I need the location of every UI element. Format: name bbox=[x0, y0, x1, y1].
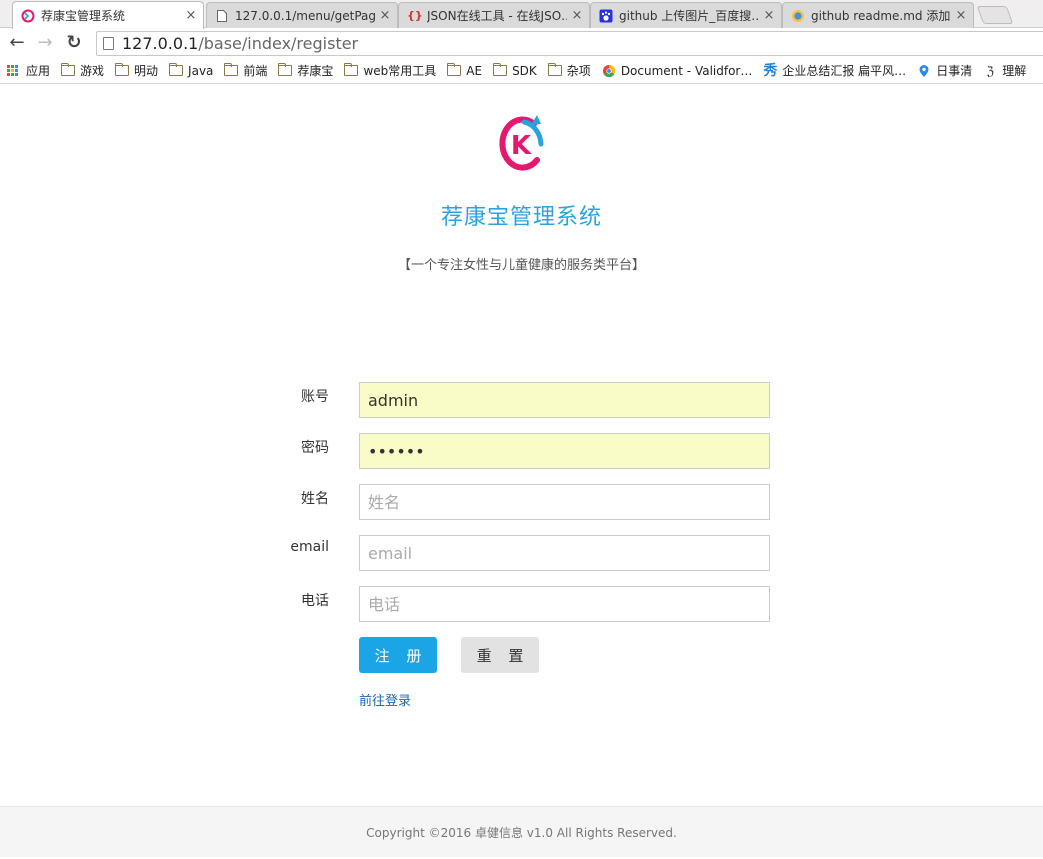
xiu-icon: 秀 bbox=[763, 62, 778, 79]
form-row-email: email bbox=[280, 535, 770, 571]
url-path: /base/index/register bbox=[198, 34, 359, 53]
folder-icon bbox=[547, 63, 562, 76]
bookmarks-bar: 应用 游戏 明动 Java 前端 荐康宝 web常用工具 AE SDK 杂项 D… bbox=[0, 58, 1043, 84]
close-icon[interactable]: × bbox=[955, 8, 967, 23]
page-icon bbox=[103, 37, 114, 50]
tab-title: github 上传图片_百度搜… bbox=[619, 9, 759, 23]
email-input[interactable] bbox=[359, 535, 770, 571]
app-favicon bbox=[21, 9, 35, 23]
folder-icon bbox=[278, 63, 293, 76]
bookmark-jiankangbao[interactable]: 荐康宝 bbox=[278, 62, 333, 79]
close-icon[interactable]: × bbox=[379, 8, 391, 23]
brand-logo-icon: K bbox=[499, 115, 544, 171]
form-row-phone: 电话 bbox=[280, 586, 770, 622]
url-text: 127.0.0.1/base/index/register bbox=[122, 34, 358, 53]
tab-title: 127.0.0.1/menu/getPag… bbox=[235, 8, 375, 23]
reload-icon[interactable]: ↻ bbox=[63, 32, 85, 54]
folder-icon bbox=[224, 63, 239, 76]
bookmark-label: AE bbox=[466, 63, 483, 78]
shield-favicon bbox=[791, 9, 805, 23]
bookmark-label: 前端 bbox=[243, 64, 268, 78]
phone-label: 电话 bbox=[301, 593, 329, 609]
form-row-password: 密码 bbox=[280, 433, 770, 469]
bookmark-label: Document - Validfor… bbox=[620, 63, 753, 78]
tab-title: 荐康宝管理系统 bbox=[41, 9, 126, 23]
bookmark-games[interactable]: 游戏 bbox=[61, 62, 104, 79]
forward-arrow-icon[interactable]: → bbox=[34, 32, 56, 54]
folder-icon bbox=[493, 63, 508, 76]
close-icon[interactable]: × bbox=[571, 8, 583, 23]
bookmark-frontend[interactable]: 前端 bbox=[224, 62, 267, 79]
bookmark-mingdong[interactable]: 明动 bbox=[115, 62, 158, 79]
folder-icon bbox=[344, 63, 359, 76]
paw-icon bbox=[599, 9, 613, 23]
account-input[interactable] bbox=[359, 382, 770, 418]
tab-menu-getpage[interactable]: 127.0.0.1/menu/getPag… × bbox=[206, 2, 398, 28]
page-title: 荐康宝管理系统 bbox=[440, 205, 602, 230]
braces-icon: {} bbox=[407, 8, 423, 22]
tab-title: JSON在线工具 - 在线JSO… bbox=[427, 9, 567, 23]
close-icon[interactable]: × bbox=[185, 8, 197, 23]
page-footer: Copyright ©2016 卓健信息 v1.0 All Rights Res… bbox=[0, 806, 1043, 857]
navigation-bar: ← → ↻ 127.0.0.1/base/index/register bbox=[0, 28, 1043, 58]
new-tab-button[interactable] bbox=[976, 6, 1014, 24]
bookmark-misc[interactable]: 杂项 bbox=[547, 62, 591, 79]
bookmark-label: 明动 bbox=[134, 64, 159, 78]
page-subtitle: 【一个专注女性与儿童健康的服务类平台】 bbox=[397, 258, 645, 273]
close-icon[interactable]: × bbox=[763, 8, 775, 23]
bookmark-label: Java bbox=[188, 63, 214, 78]
email-label: email bbox=[290, 539, 329, 555]
bookmark-label: web常用工具 bbox=[363, 64, 437, 78]
bookmark-rishiqing[interactable]: 日事清 bbox=[917, 62, 972, 79]
bookmark-ae[interactable]: AE bbox=[447, 63, 483, 78]
bookmark-apps[interactable]: 应用 bbox=[7, 62, 50, 79]
name-input[interactable] bbox=[359, 484, 770, 520]
bookmark-java[interactable]: Java bbox=[169, 63, 214, 78]
page-icon bbox=[215, 9, 229, 23]
folder-icon bbox=[169, 63, 184, 76]
tab-json-tool[interactable]: {} JSON在线工具 - 在线JSO… × bbox=[398, 2, 590, 28]
password-label: 密码 bbox=[301, 440, 329, 456]
register-button[interactable]: 注 册 bbox=[359, 637, 437, 673]
tab-jiankangbao[interactable]: 荐康宝管理系统 × bbox=[12, 1, 204, 29]
register-page: K 荐康宝管理系统 【一个专注女性与儿童健康的服务类平台】 账号 密码 姓名 e… bbox=[0, 85, 1043, 857]
account-label: 账号 bbox=[301, 389, 329, 405]
address-bar[interactable]: 127.0.0.1/base/index/register bbox=[96, 31, 1043, 56]
bookmark-sdk[interactable]: SDK bbox=[493, 63, 537, 78]
bookmark-enterprise-report[interactable]: 秀 企业总结汇报 扁平风… bbox=[763, 62, 906, 79]
go-to-login-link[interactable]: 前往登录 bbox=[359, 690, 411, 709]
form-row-account: 账号 bbox=[280, 382, 770, 418]
phone-input[interactable] bbox=[359, 586, 770, 622]
script-icon: ℨ bbox=[986, 63, 994, 78]
tab-strip: 荐康宝管理系统 × 127.0.0.1/menu/getPag… × {} JS… bbox=[0, 0, 1043, 29]
bookmark-document-validform[interactable]: Document - Validfor… bbox=[602, 63, 753, 78]
bookmark-label: 理解 bbox=[1002, 64, 1027, 78]
form-row-name: 姓名 bbox=[280, 484, 770, 520]
bookmark-label: 杂项 bbox=[566, 64, 591, 78]
logo-letter: K bbox=[511, 131, 532, 161]
tab-baidu-search[interactable]: github 上传图片_百度搜… × bbox=[590, 2, 782, 28]
folder-icon bbox=[447, 63, 462, 76]
logo: K bbox=[497, 114, 545, 176]
bookmark-lijie[interactable]: ℨ 理解 bbox=[983, 62, 1027, 79]
bookmark-label: 企业总结汇报 扁平风… bbox=[782, 64, 907, 78]
name-label: 姓名 bbox=[301, 491, 329, 507]
bookmark-label: SDK bbox=[512, 63, 537, 78]
url-host: 127.0.0.1 bbox=[122, 34, 199, 53]
bookmark-label: 日事清 bbox=[936, 64, 973, 78]
tab-github-readme[interactable]: github readme.md 添加… × bbox=[782, 2, 974, 28]
pin-icon bbox=[917, 64, 931, 78]
bookmark-label: 应用 bbox=[26, 64, 51, 78]
bookmark-label: 游戏 bbox=[80, 64, 105, 78]
bookmark-label: 荐康宝 bbox=[297, 64, 334, 78]
back-arrow-icon[interactable]: ← bbox=[6, 32, 28, 54]
folder-icon bbox=[61, 63, 76, 76]
folder-icon bbox=[115, 63, 130, 76]
chrome-icon bbox=[602, 64, 616, 78]
password-input[interactable] bbox=[359, 433, 770, 469]
tab-title: github readme.md 添加… bbox=[811, 9, 951, 23]
apps-icon bbox=[7, 65, 21, 76]
reset-button[interactable]: 重 置 bbox=[461, 637, 539, 673]
bookmark-web-tools[interactable]: web常用工具 bbox=[344, 62, 436, 79]
